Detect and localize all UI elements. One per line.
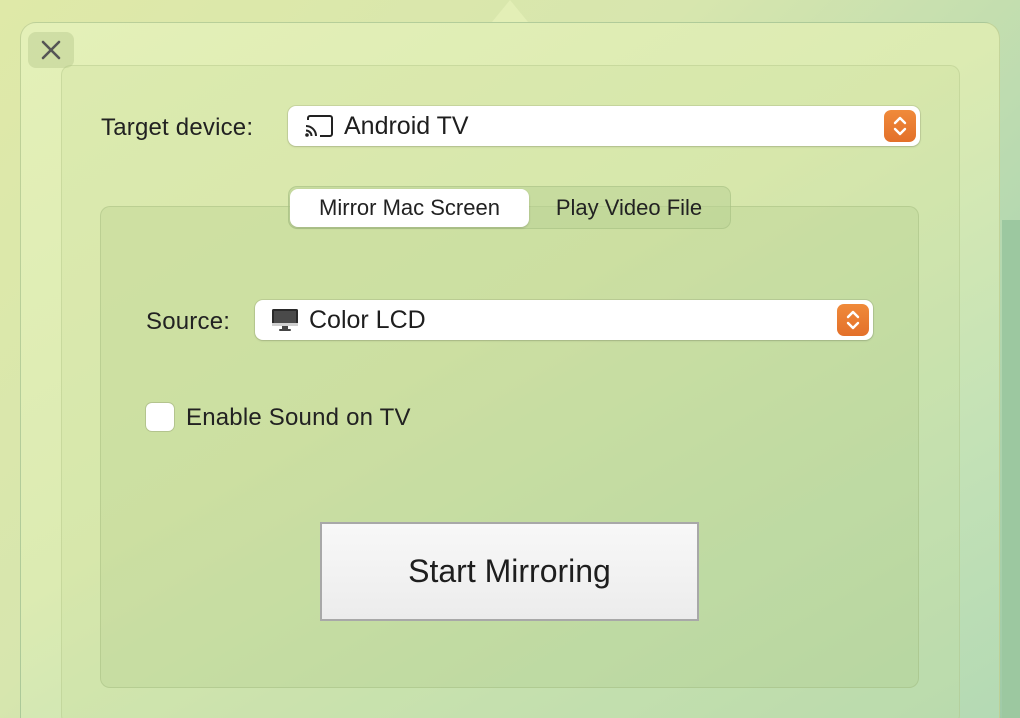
start-mirroring-button[interactable]: Start Mirroring	[320, 522, 699, 621]
enable-sound-checkbox[interactable]	[146, 403, 174, 431]
chevron-updown-icon	[893, 116, 907, 136]
close-icon	[41, 40, 61, 60]
target-device-popup[interactable]: Android TV	[288, 106, 920, 146]
source-value: Color LCD	[309, 305, 426, 334]
chevron-updown-icon	[846, 310, 860, 330]
display-icon	[271, 308, 299, 332]
source-label: Source:	[146, 308, 231, 335]
enable-sound-label: Enable Sound on TV	[186, 404, 411, 431]
target-device-value: Android TV	[344, 111, 469, 140]
cast-icon	[304, 114, 334, 138]
tab-play-video-file[interactable]: Play Video File	[529, 189, 729, 227]
popover-arrow	[492, 0, 528, 22]
tab-mirror-mac-screen[interactable]: Mirror Mac Screen	[290, 189, 529, 227]
source-stepper[interactable]	[837, 304, 869, 336]
background-foliage	[1002, 220, 1020, 718]
source-popup[interactable]: Color LCD	[255, 300, 873, 340]
target-device-stepper[interactable]	[884, 110, 916, 142]
mode-segmented-control: Mirror Mac Screen Play Video File	[288, 186, 731, 229]
target-device-label: Target device:	[101, 114, 254, 141]
close-button[interactable]	[28, 32, 74, 68]
